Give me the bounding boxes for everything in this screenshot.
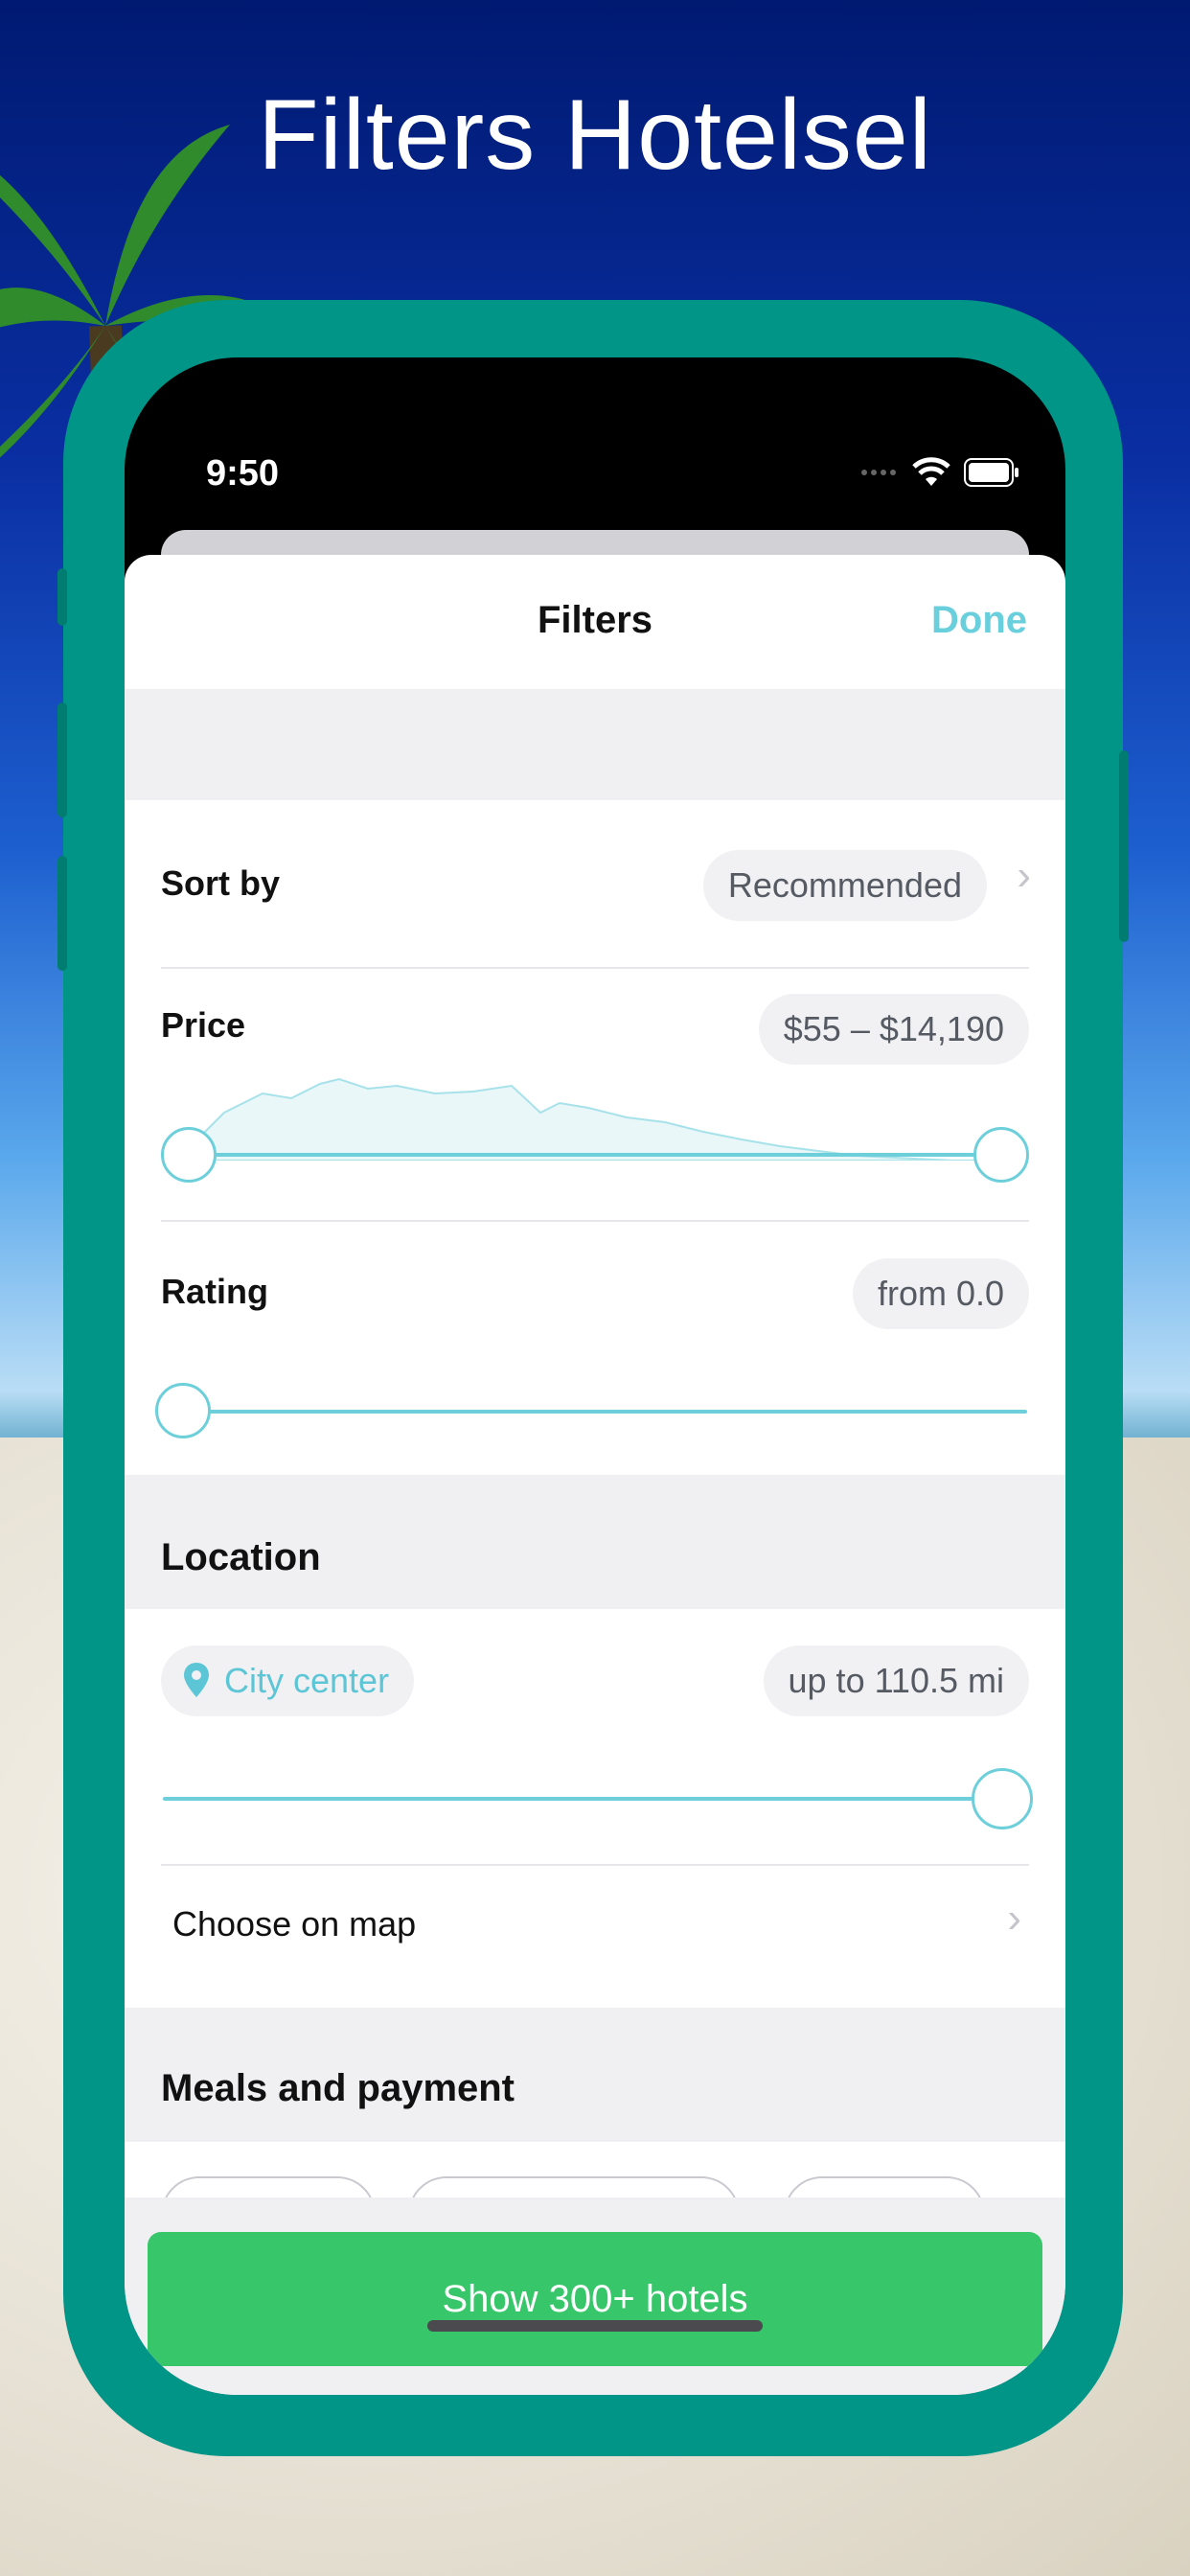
done-button[interactable]: Done <box>931 599 1027 642</box>
phone-volume-down <box>57 856 67 971</box>
chevron-right-icon: › <box>1007 1895 1021 1942</box>
spacer-band <box>125 689 1065 800</box>
notch <box>355 357 835 426</box>
home-indicator[interactable] <box>427 2320 763 2332</box>
location-pin-icon <box>184 1663 209 1697</box>
rating-value-pill: from 0.0 <box>852 1258 1029 1329</box>
location-block: City center up to 110.5 mi Choose on map… <box>125 1609 1065 2008</box>
cellular-signal-icon <box>861 470 896 475</box>
choose-on-map-link[interactable]: Choose on map <box>172 1904 416 1944</box>
sort-value-pill[interactable]: Recommended <box>702 850 987 921</box>
chevron-right-icon: › <box>1017 852 1031 899</box>
location-section-title: Location <box>161 1536 321 1578</box>
rating-slider-handle[interactable] <box>155 1383 211 1438</box>
sort-row[interactable]: Sort by Recommended › <box>125 800 1065 969</box>
price-min-handle[interactable] <box>161 1127 217 1183</box>
page-headline: Filters Hotelsel <box>258 80 932 191</box>
divider <box>161 1864 1029 1866</box>
price-slider-track <box>192 1153 1002 1157</box>
distance-slider-handle[interactable] <box>972 1768 1033 1829</box>
price-row: Price $55 – $14,190 <box>125 969 1065 1222</box>
meals-header: Meals and payment <box>125 2008 1065 2142</box>
city-center-pill[interactable]: City center <box>161 1645 415 1716</box>
price-histogram <box>186 1077 1010 1161</box>
location-header: Location <box>125 1475 1065 1609</box>
phone-side-button <box>57 568 67 626</box>
phone-power-button <box>1119 750 1129 942</box>
sort-label: Sort by <box>161 863 281 903</box>
phone-frame: 9:50 Filters Done Sort by Recommended › … <box>57 300 1129 2456</box>
city-center-label: City center <box>224 1661 390 1700</box>
rating-slider-track <box>186 1410 1027 1414</box>
filters-sheet: Filters Done Sort by Recommended › Price… <box>125 555 1065 2395</box>
show-hotels-button[interactable]: Show 300+ hotels <box>148 2232 1042 2366</box>
phone-screen: 9:50 Filters Done Sort by Recommended › … <box>125 357 1065 2395</box>
status-time: 9:50 <box>206 453 280 494</box>
rating-row: Rating from 0.0 <box>125 1222 1065 1475</box>
distance-value-pill: up to 110.5 mi <box>763 1645 1029 1716</box>
status-icons <box>860 457 1019 488</box>
distance-slider-track <box>163 1797 1002 1801</box>
rating-label: Rating <box>161 1272 268 1311</box>
nav-title: Filters <box>537 599 653 641</box>
price-max-handle[interactable] <box>973 1127 1029 1183</box>
nav-bar: Filters Done <box>125 555 1065 689</box>
phone-volume-up <box>57 702 67 817</box>
wifi-icon <box>912 457 950 486</box>
battery-icon <box>964 458 1018 487</box>
meals-section-title: Meals and payment <box>161 2067 515 2109</box>
